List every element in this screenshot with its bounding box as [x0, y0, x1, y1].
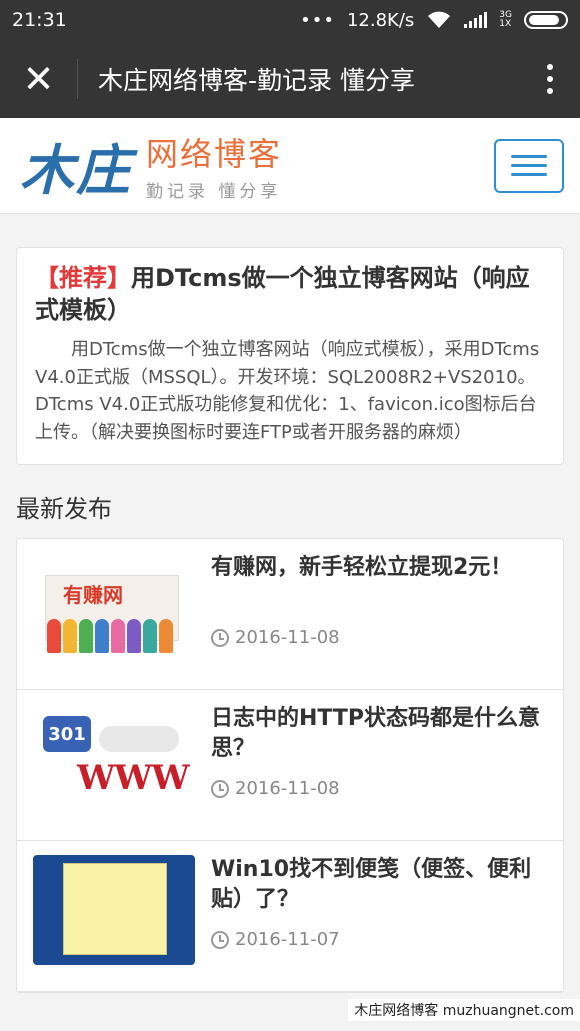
post-info: 有赚网，新手轻松立提现2元！ 2016-11-08 — [195, 553, 545, 689]
site-logo[interactable]: 木庄 网络博客 勤记录 懂分享 — [20, 126, 494, 205]
featured-post-description: 用DTcms做一个独立博客网站（响应式模板），采用DTcms V4.0正式版（M… — [35, 339, 540, 443]
site-header: 木庄 网络博客 勤记录 懂分享 — [0, 118, 580, 214]
post-date-text: 2016-11-08 — [235, 778, 340, 799]
close-button[interactable]: ✕ — [0, 57, 78, 101]
logo-mark: 木庄 — [20, 138, 132, 202]
logo-main-text: 网络博客 — [146, 135, 283, 173]
page-title: 木庄网络博客-勤记录 懂分享 — [98, 66, 415, 95]
thumbnail-www-text: WWW — [77, 758, 190, 798]
post-date: 2016-11-07 — [211, 929, 545, 950]
post-title[interactable]: 有赚网，新手轻松立提现2元！ — [211, 553, 545, 623]
post-thumbnail[interactable]: 301 WWW — [33, 704, 195, 814]
network-speed: 12.8K/s — [346, 9, 415, 31]
post-item[interactable]: 301 WWW 日志中的HTTP状态码都是什么意思？ 2016-11-08 — [17, 690, 563, 841]
logo-slogan: 勤记录 懂分享 — [146, 182, 282, 202]
post-date: 2016-11-08 — [211, 627, 545, 648]
more-options-icon[interactable] — [520, 64, 580, 94]
post-item[interactable]: Win10找不到便笺（便签、便利贴）了？ 2016-11-07 — [17, 841, 563, 992]
clock-icon — [211, 930, 229, 949]
post-item[interactable]: 有赚网 有赚网，新手轻松立提现2元！ 2016-11-08 — [17, 539, 563, 690]
post-info: 日志中的HTTP状态码都是什么意思？ 2016-11-08 — [195, 704, 545, 840]
post-thumbnail[interactable]: 有赚网 — [33, 553, 195, 663]
browser-title-bar: ✕ 木庄网络博客-勤记录 懂分享 — [0, 40, 580, 118]
featured-post-card[interactable]: 【推荐】用DTcms做一个独立博客网站（响应式模板） 用DTcms做一个独立博客… — [16, 247, 564, 465]
featured-post-title[interactable]: 【推荐】用DTcms做一个独立博客网站（响应式模板） — [35, 262, 545, 326]
post-info: Win10找不到便笺（便签、便利贴）了？ 2016-11-07 — [195, 855, 545, 991]
post-title[interactable]: 日志中的HTTP状态码都是什么意思？ — [211, 704, 545, 774]
signal-icon — [464, 12, 488, 28]
thumbnail-shield: 301 — [43, 716, 91, 752]
post-date-text: 2016-11-08 — [235, 627, 340, 648]
post-title[interactable]: Win10找不到便笺（便签、便利贴）了？ — [211, 855, 545, 925]
status-bar: 21:31 ••• 12.8K/s 3G 1X — [0, 0, 580, 40]
thumbnail-figure — [99, 726, 179, 752]
post-date: 2016-11-08 — [211, 778, 545, 799]
recommend-tag: 【推荐】 — [35, 264, 131, 292]
post-thumbnail[interactable] — [33, 855, 195, 965]
network-type-label: 3G 1X — [499, 10, 512, 29]
post-date-text: 2016-11-07 — [235, 929, 340, 950]
status-indicators: ••• 12.8K/s 3G 1X — [300, 10, 568, 31]
thumbnail-sign-text: 有赚网 — [63, 583, 123, 607]
more-notifications-icon: ••• — [300, 9, 335, 31]
thumbnail-sticky-note — [63, 863, 167, 955]
clock-icon — [211, 628, 229, 647]
hamburger-menu-button[interactable] — [494, 138, 564, 193]
status-time: 21:31 — [12, 9, 67, 31]
latest-posts-heading: 最新发布 — [16, 495, 112, 523]
wifi-icon — [428, 11, 451, 28]
battery-icon — [524, 11, 568, 29]
latest-posts-list: 有赚网 有赚网，新手轻松立提现2元！ 2016-11-08 301 WWW 日志… — [16, 538, 564, 993]
thumbnail-people — [47, 619, 173, 653]
site-watermark: 木庄网络博客 muzhuangnet.com — [348, 999, 580, 1021]
logo-text: 网络博客 勤记录 懂分享 — [146, 129, 282, 202]
clock-icon — [211, 779, 229, 798]
